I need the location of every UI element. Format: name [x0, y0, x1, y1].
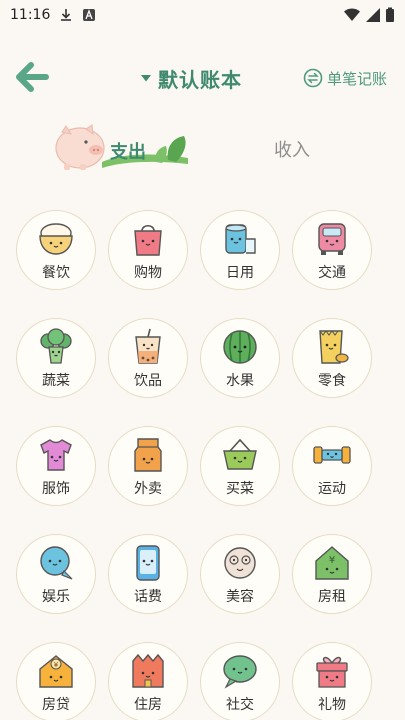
category-liwu[interactable]: 礼物 [292, 642, 372, 720]
exchange-icon [303, 68, 323, 88]
tshirt-icon [40, 439, 72, 471]
category-meirong[interactable]: 美容 [200, 534, 280, 614]
toilet-paper-icon [225, 224, 256, 254]
back-button[interactable] [14, 59, 50, 95]
category-waimai[interactable]: 外卖 [108, 426, 188, 506]
basket-icon [223, 438, 257, 470]
download-icon [61, 9, 72, 21]
category-fangdai[interactable]: ¥ 房贷 [16, 642, 96, 720]
category-label: 餐饮 [42, 265, 70, 281]
apartment-icon [132, 653, 164, 688]
shopping-bag-icon [134, 224, 162, 256]
chat-bubble-icon [40, 546, 73, 580]
category-label: 美容 [226, 589, 254, 605]
category-label: 房租 [318, 589, 346, 605]
top-bar: 默认账本 单笔记账 [0, 55, 405, 101]
category-maicai[interactable]: 买菜 [200, 426, 280, 506]
category-label: 话费 [134, 589, 162, 605]
type-tabs: 支出 收入 [0, 118, 405, 178]
broccoli-icon [40, 328, 72, 364]
takeout-bag-icon [134, 438, 162, 472]
single-entry-button[interactable]: 单笔记账 [303, 65, 387, 91]
signal-icon [366, 8, 380, 22]
category-label: 住房 [134, 697, 162, 713]
status-bar: 11:16 [0, 0, 405, 30]
category-label: 社交 [226, 697, 254, 713]
category-label: 外卖 [134, 481, 162, 497]
tab-income-label: 收入 [274, 140, 310, 161]
caret-down-icon [141, 75, 151, 82]
category-label: 蔬菜 [42, 373, 70, 389]
category-label: 零食 [318, 373, 346, 389]
category-fushi[interactable]: 服饰 [16, 426, 96, 506]
face-icon [224, 547, 256, 579]
svg-text:¥: ¥ [329, 555, 335, 566]
bubble-tea-icon [135, 328, 161, 364]
category-label: 娱乐 [42, 589, 70, 605]
category-label: 日用 [226, 265, 254, 281]
status-right [343, 7, 395, 23]
category-fangzu[interactable]: ¥ 房租 [292, 534, 372, 614]
category-shucai[interactable]: 蔬菜 [16, 318, 96, 398]
category-grid: 餐饮 购物 日用 交通 蔬菜 饮品 水果 零食 服饰 外卖 买菜 运动 娱乐 话… [16, 210, 391, 720]
category-yinpin[interactable]: 饮品 [108, 318, 188, 398]
category-label: 购物 [134, 265, 162, 281]
category-label: 水果 [226, 373, 254, 389]
book-title: 默认账本 [158, 67, 242, 92]
category-label: 饮品 [134, 373, 162, 389]
tab-income[interactable]: 收入 [262, 136, 322, 164]
gift-icon [316, 656, 348, 688]
category-huafei[interactable]: 话费 [108, 534, 188, 614]
category-jiaotong[interactable]: 交通 [292, 210, 372, 290]
battery-icon [386, 7, 394, 22]
snack-icon [319, 330, 349, 364]
single-entry-label: 单笔记账 [326, 69, 387, 88]
category-zhufang[interactable]: 住房 [108, 642, 188, 720]
tab-expense[interactable]: 支出 [50, 118, 195, 176]
category-gouwu[interactable]: 购物 [108, 210, 188, 290]
category-canyin[interactable]: 餐饮 [16, 210, 96, 290]
svg-text:¥: ¥ [54, 661, 59, 669]
status-left: 11:16 [10, 7, 96, 23]
wifi-icon [344, 8, 360, 21]
arrow-left-icon [16, 62, 49, 92]
category-lingshi[interactable]: 零食 [292, 318, 372, 398]
house-yen-icon: ¥ [39, 655, 73, 688]
book-selector[interactable]: 默认账本 [140, 63, 242, 93]
status-time: 11:16 [10, 7, 51, 23]
app-a-icon [83, 9, 96, 21]
category-label: 交通 [318, 265, 346, 281]
category-shejiao[interactable]: 社交 [200, 642, 280, 720]
category-label: 运动 [318, 481, 346, 497]
category-label: 买菜 [226, 481, 254, 497]
category-yule[interactable]: 娱乐 [16, 534, 96, 614]
category-label: 房贷 [42, 697, 70, 713]
category-yundong[interactable]: 运动 [292, 426, 372, 506]
watermelon-icon [223, 330, 257, 364]
category-label: 服饰 [42, 481, 70, 497]
bus-icon [318, 223, 346, 255]
phone-icon [136, 545, 160, 581]
rice-bowl-icon [39, 223, 73, 255]
house-icon: ¥ [315, 546, 349, 580]
dumbbell-icon [313, 446, 351, 464]
tab-expense-label: 支出 [110, 142, 146, 163]
social-bubble-icon [223, 655, 257, 689]
category-riyong[interactable]: 日用 [200, 210, 280, 290]
category-shuiguo[interactable]: 水果 [200, 318, 280, 398]
category-label: 礼物 [318, 697, 346, 713]
